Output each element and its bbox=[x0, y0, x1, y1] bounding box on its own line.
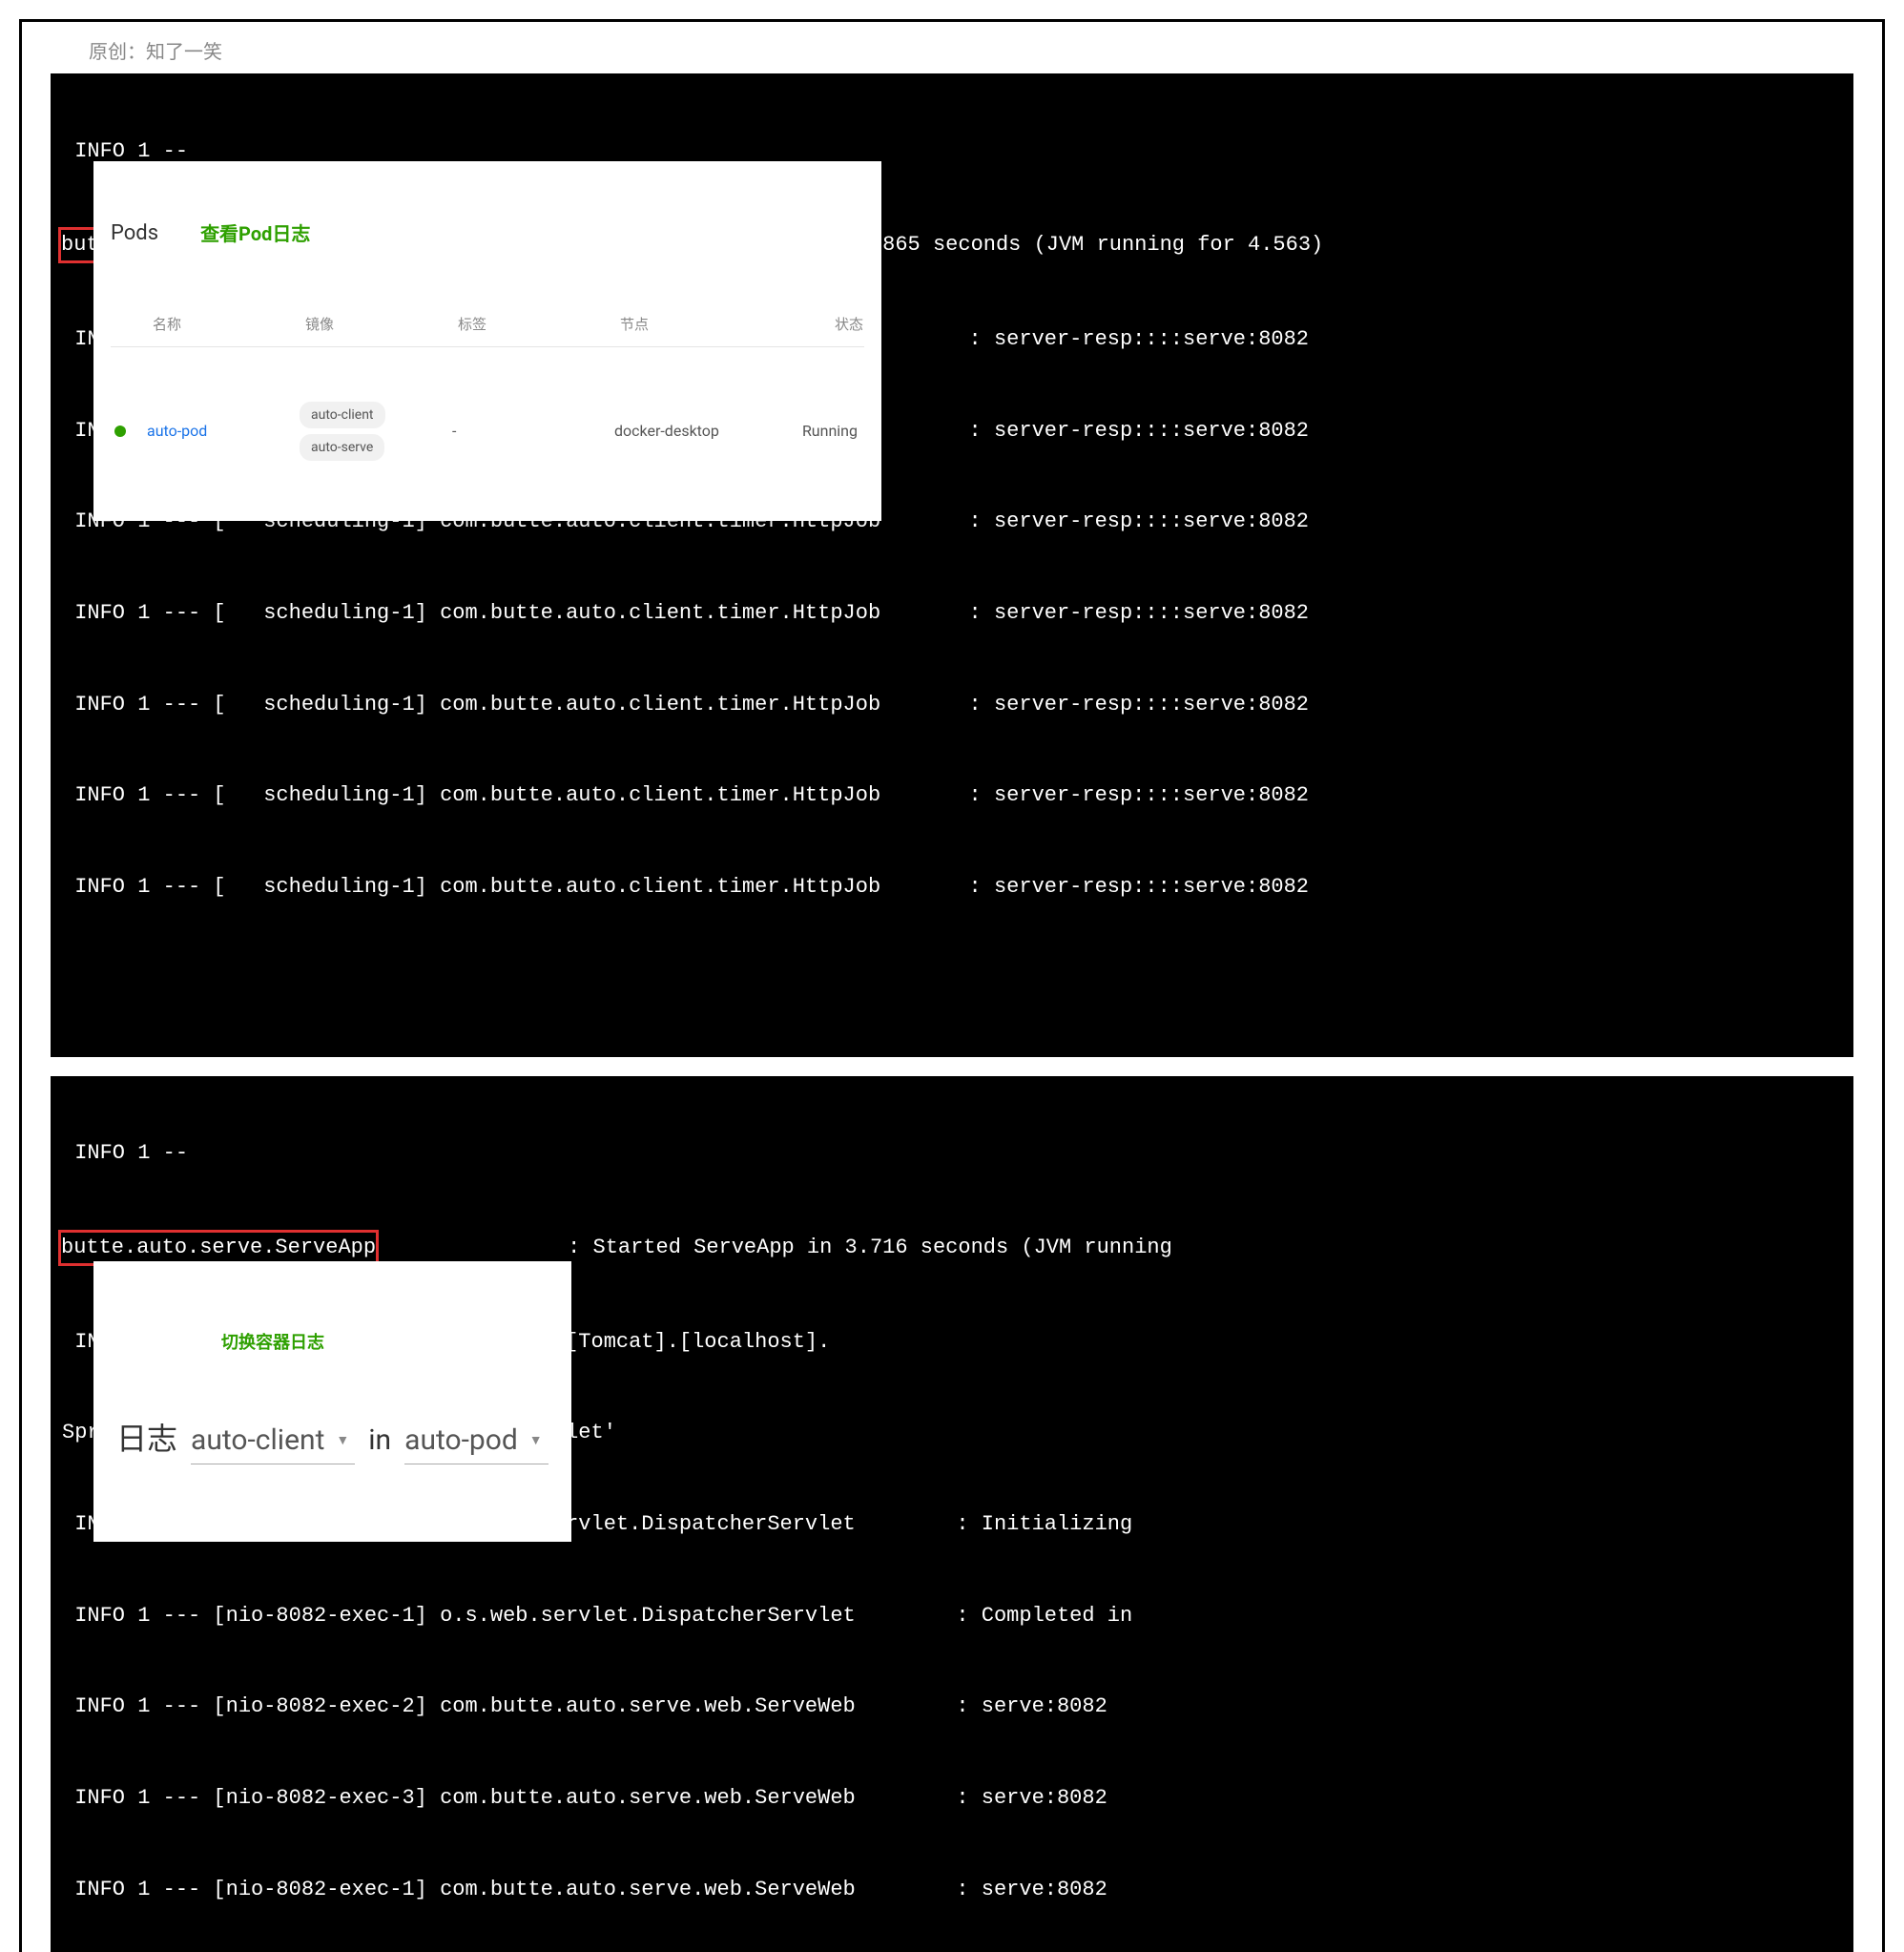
pod-status-value: Running bbox=[791, 420, 858, 442]
container-select-value: auto-client bbox=[191, 1420, 324, 1462]
pods-panel-header: Pods 查看Pod日志 bbox=[111, 218, 864, 249]
log-line: INFO 1 --- [nio-8082-exec-1] o.s.web.ser… bbox=[51, 1601, 1853, 1631]
pods-header-tag: 标签 bbox=[458, 315, 620, 336]
pod-node-value: docker-desktop bbox=[614, 420, 791, 442]
pods-subtitle: 查看Pod日志 bbox=[200, 220, 310, 248]
pod-status-dot-icon bbox=[114, 426, 126, 437]
log-line: INFO 1 --- [nio-8082-exec-1] com.butte.a… bbox=[51, 1875, 1853, 1905]
log-continuation: : Started ServeApp in 3.716 seconds (JVM… bbox=[379, 1236, 1172, 1259]
pods-header-name: 名称 bbox=[153, 315, 305, 336]
terminal-serve-log: INFO 1 -- butte.auto.serve.ServeApp : St… bbox=[51, 1076, 1853, 1952]
log-line: INFO 1 --- [ scheduling-1] com.butte.aut… bbox=[51, 780, 1853, 811]
chevron-down-icon: ▼ bbox=[336, 1431, 349, 1450]
pod-image-chips: auto-client auto-serve bbox=[300, 402, 452, 462]
log-line: INFO 1 --- [ scheduling-1] com.butte.aut… bbox=[51, 872, 1853, 903]
pods-table-row: auto-pod auto-client auto-serve - docker… bbox=[111, 392, 864, 467]
pod-name-link[interactable]: auto-pod bbox=[147, 420, 300, 442]
container-select-dropdown[interactable]: auto-client ▼ bbox=[191, 1420, 355, 1464]
log-selector-title: 切换容器日志 bbox=[221, 1331, 548, 1356]
log-selector-row: 日志 auto-client ▼ in auto-pod ▼ bbox=[116, 1417, 548, 1464]
terminal-client-log: INFO 1 -- butte.auto.client.ClientApp : … bbox=[51, 73, 1853, 1057]
pod-image-chip[interactable]: auto-serve bbox=[300, 434, 384, 461]
chevron-down-icon: ▼ bbox=[529, 1431, 543, 1450]
pods-title: Pods bbox=[111, 218, 158, 249]
log-line: INFO 1 -- bbox=[51, 1138, 1853, 1169]
pods-header-image: 镜像 bbox=[305, 315, 458, 336]
pod-select-dropdown[interactable]: auto-pod ▼ bbox=[404, 1420, 548, 1464]
pod-tag-value: - bbox=[452, 420, 614, 442]
log-selector-prefix: 日志 bbox=[116, 1417, 177, 1461]
log-line: INFO 1 --- [ scheduling-1] com.butte.aut… bbox=[51, 598, 1853, 629]
log-line: INFO 1 --- [nio-8082-exec-3] com.butte.a… bbox=[51, 1783, 1853, 1814]
pod-select-value: auto-pod bbox=[404, 1420, 518, 1462]
pod-image-chip[interactable]: auto-client bbox=[300, 402, 385, 428]
pods-header-node: 节点 bbox=[620, 315, 797, 336]
log-line: INFO 1 --- [ scheduling-1] com.butte.aut… bbox=[51, 690, 1853, 720]
log-line: INFO 1 --- [nio-8082-exec-2] com.butte.a… bbox=[51, 1692, 1853, 1722]
main-container: 原创：知了一笑 INFO 1 -- butte.auto.client.Clie… bbox=[19, 19, 1885, 1952]
pods-panel: Pods 查看Pod日志 名称 镜像 标签 节点 状态 auto-pod aut… bbox=[93, 161, 881, 521]
log-selector-panel: 切换容器日志 日志 auto-client ▼ in auto-pod ▼ bbox=[93, 1261, 571, 1543]
attribution-text: 原创：知了一笑 bbox=[89, 36, 1853, 64]
pods-header-status: 状态 bbox=[797, 315, 863, 336]
pods-table-header: 名称 镜像 标签 节点 状态 bbox=[111, 309, 864, 348]
log-selector-in-word: in bbox=[368, 1420, 391, 1462]
